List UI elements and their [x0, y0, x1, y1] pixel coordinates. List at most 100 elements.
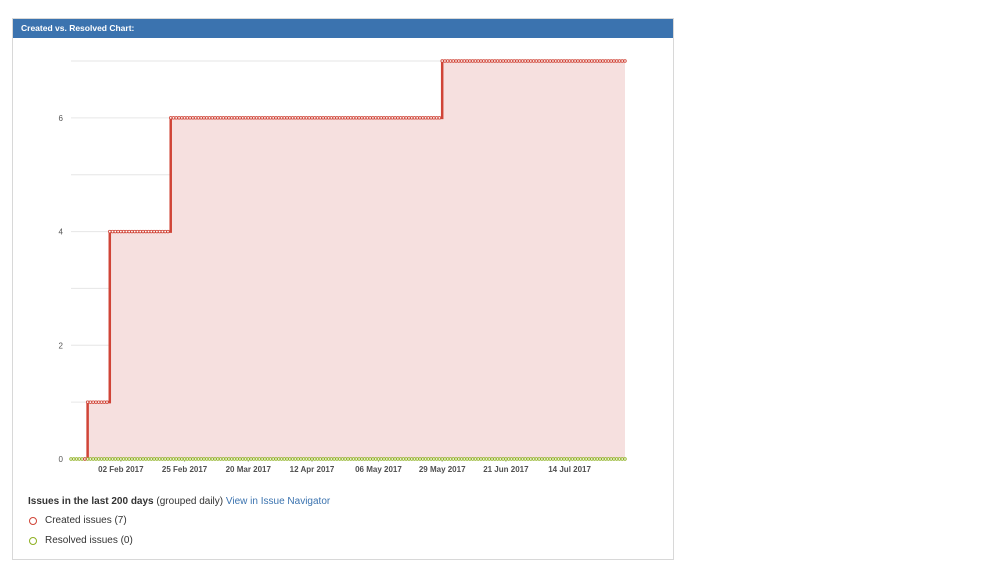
resolved-point — [432, 457, 436, 461]
created-point — [556, 59, 561, 63]
created-point — [404, 116, 408, 120]
created-point — [290, 116, 295, 120]
created-point — [573, 59, 577, 63]
resolved-point — [105, 457, 109, 461]
created-point — [512, 59, 516, 63]
created-point — [224, 116, 228, 120]
created-point — [490, 59, 494, 63]
created-point — [265, 116, 270, 120]
created-point — [221, 116, 226, 120]
resolved-point — [74, 457, 79, 461]
resolved-point — [257, 457, 262, 461]
created-point — [257, 116, 262, 120]
resolved-point — [551, 457, 555, 461]
resolved-point — [99, 457, 104, 461]
resolved-point — [146, 457, 151, 461]
resolved-point — [307, 457, 311, 461]
resolved-point — [177, 457, 181, 461]
created-point — [529, 59, 533, 63]
resolved-point — [365, 457, 370, 461]
resolved-point — [523, 457, 527, 461]
resolved-point — [440, 457, 444, 461]
created-point — [301, 116, 306, 120]
legend-resolved[interactable]: Resolved issues (0) — [29, 535, 133, 546]
resolved-point — [196, 457, 201, 461]
resolved-point — [265, 457, 270, 461]
resolved-point — [160, 457, 165, 461]
resolved-point — [470, 457, 475, 461]
resolved-point — [601, 457, 605, 461]
created-point — [188, 116, 192, 120]
created-point — [584, 59, 588, 63]
created-ring-icon — [29, 516, 37, 525]
created-point — [252, 116, 256, 120]
created-point — [133, 229, 137, 234]
resolved-point — [277, 457, 281, 461]
created-point — [174, 116, 178, 120]
resolved-point — [418, 457, 422, 461]
created-point — [288, 116, 292, 120]
created-point — [351, 116, 356, 120]
created-point — [365, 116, 370, 120]
created-point — [83, 457, 87, 461]
created-point — [506, 59, 511, 63]
resolved-point — [520, 457, 525, 461]
issue-navigator-link[interactable]: View in Issue Navigator — [226, 496, 330, 507]
created-point — [421, 116, 425, 120]
created-point — [307, 116, 311, 120]
created-point — [379, 116, 383, 120]
resolved-point — [559, 457, 563, 461]
created-point — [243, 116, 248, 120]
created-point — [332, 116, 336, 120]
created-point — [99, 400, 104, 404]
legend-created[interactable]: Created issues (7) — [29, 515, 127, 526]
resolved-point — [243, 457, 248, 461]
chart-panel: Created vs. Resolved Chart: 0 2 4 6 02 Feb 2… — [12, 18, 674, 560]
resolved-point — [448, 457, 453, 461]
created-point — [387, 116, 392, 120]
created-point — [279, 116, 284, 120]
created-point — [246, 116, 250, 120]
created-point — [423, 116, 428, 120]
created-point — [501, 59, 505, 63]
y-tick-label: 2 — [59, 341, 64, 350]
created-point — [130, 229, 134, 234]
resolved-point — [241, 457, 245, 461]
created-point — [429, 116, 433, 120]
resolved-point — [490, 457, 494, 461]
resolved-point — [346, 457, 350, 461]
resolved-point — [407, 457, 411, 461]
created-point — [565, 59, 569, 63]
resolved-point — [188, 457, 192, 461]
created-point — [509, 59, 514, 63]
created-point — [185, 116, 190, 120]
created-point — [374, 116, 378, 120]
created-point — [196, 116, 201, 120]
resolved-point — [545, 457, 550, 461]
resolved-point — [429, 457, 433, 461]
created-point — [606, 59, 611, 63]
created-point — [612, 59, 616, 63]
resolved-point — [321, 457, 325, 461]
created-point — [149, 229, 154, 234]
resolved-point — [282, 457, 286, 461]
created-point — [169, 116, 173, 120]
resolved-point — [163, 457, 167, 461]
resolved-point — [185, 457, 190, 461]
resolved-point — [274, 457, 278, 461]
resolved-point — [246, 457, 250, 461]
resolved-point — [468, 457, 472, 461]
resolved-point — [343, 457, 347, 461]
resolved-point — [623, 457, 627, 461]
resolved-point — [554, 457, 558, 461]
created-point — [479, 59, 483, 63]
resolved-point — [587, 457, 591, 461]
resolved-point — [315, 457, 320, 461]
chart-summary: Issues in the last 200 days (grouped dai… — [28, 496, 330, 507]
resolved-point — [437, 457, 442, 461]
resolved-point — [88, 457, 93, 461]
resolved-point — [387, 457, 392, 461]
created-point — [368, 116, 372, 120]
created-point — [313, 116, 317, 120]
resolved-point — [617, 457, 622, 461]
